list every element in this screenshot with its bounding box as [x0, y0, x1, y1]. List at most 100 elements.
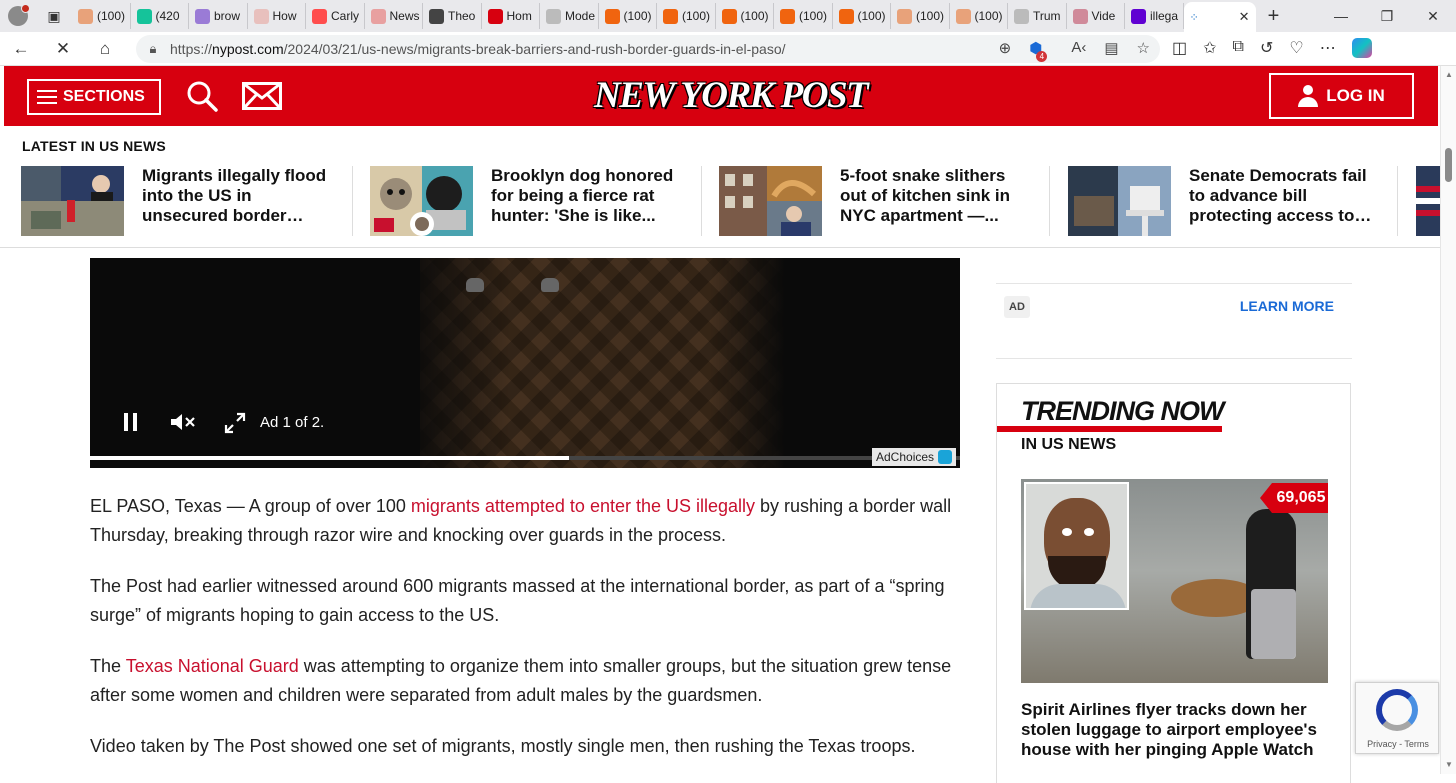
more-options-icon[interactable]: ⋯ [1320, 38, 1336, 58]
browser-tab[interactable]: Mode [540, 3, 599, 29]
browser-tab-label: (420 [155, 9, 180, 23]
latest-label: LATEST IN US NEWS [22, 138, 166, 154]
browser-tab-label: News [389, 9, 420, 23]
url-prefix: https:// [170, 41, 213, 57]
split-screen-icon[interactable]: ◫ [1172, 38, 1187, 58]
favorite-star-icon[interactable]: ☆ [1137, 39, 1150, 57]
substack-icon [78, 8, 93, 24]
sections-label: SECTIONS [63, 88, 145, 105]
trending-underline [997, 426, 1222, 432]
close-window-icon[interactable]: ✕ [1410, 8, 1456, 25]
history-icon[interactable]: ↺ [1260, 38, 1273, 58]
latest-item-1[interactable]: Migrants illegally flood into the US in … [21, 166, 332, 238]
arrow-left-icon: ← [12, 38, 30, 58]
article-link-migrants[interactable]: migrants attempted to enter the US illeg… [411, 496, 755, 516]
browser-tab-label: Theo [448, 9, 476, 23]
browser-tab-label: illega [1150, 9, 1179, 23]
trend-image-bag [1251, 589, 1296, 659]
latest-item-2[interactable]: Brooklyn dog honored for being a fierce … [370, 166, 681, 238]
video-frame-shoe [541, 278, 559, 292]
latest-headline-2[interactable]: Brooklyn dog honored for being a fierce … [491, 166, 681, 238]
substack-icon [897, 8, 912, 24]
latest-thumb-5[interactable] [1416, 166, 1440, 236]
browser-tab[interactable]: (100) [716, 3, 774, 29]
trending-headline[interactable]: Spirit Airlines flyer tracks down her st… [1021, 700, 1331, 760]
favorites-icon[interactable]: ✩ [1203, 38, 1216, 58]
video-shade [90, 258, 510, 468]
collections-icon[interactable]: ⧉ [1233, 38, 1244, 58]
video-player[interactable]: Ad 1 of 2. AdChoices [90, 258, 960, 468]
zoom-icon[interactable]: ⊕ [999, 39, 1012, 57]
browser-tab[interactable]: (100) [774, 3, 833, 29]
mute-icon[interactable] [170, 412, 196, 432]
browser-tab[interactable]: Vide [1067, 3, 1125, 29]
browser-tab-label: Carly [331, 9, 360, 23]
minimize-icon[interactable]: — [1318, 8, 1364, 25]
close-tab-icon[interactable]: ✕ [1239, 9, 1250, 25]
scroll-down-icon[interactable]: ▼ [1445, 760, 1453, 769]
browser-toolbar: ← ✕ ⌂ 🔒︎ https://nypost.com/2024/03/21/u… [0, 32, 1456, 66]
sections-button[interactable]: SECTIONS [27, 79, 161, 115]
browser-tab[interactable]: Theo [423, 3, 482, 29]
substack-icon [604, 8, 620, 24]
browser-tab[interactable]: illega [1125, 3, 1184, 29]
browser-tab[interactable]: (100) [891, 3, 950, 29]
recaptcha-badge[interactable]: Privacy - Terms [1355, 682, 1439, 754]
latest-headline-1[interactable]: Migrants illegally flood into the US in … [142, 166, 332, 238]
browser-tab[interactable]: (100) [599, 3, 657, 29]
browser-tab[interactable]: (420 [131, 3, 189, 29]
browser-tab-label: (100) [740, 9, 769, 23]
pause-icon[interactable] [122, 412, 140, 432]
latest-headline-4[interactable]: Senate Democrats fail to advance bill pr… [1189, 166, 1379, 238]
adchoices-button[interactable]: AdChoices [872, 448, 957, 466]
browser-tab[interactable]: Carly [306, 3, 365, 29]
browser-tab[interactable]: brow [189, 3, 248, 29]
latest-headline-3[interactable]: 5-foot snake slithers out of kitchen sin… [840, 166, 1030, 238]
performance-icon[interactable]: ♡ [1289, 38, 1303, 58]
browser-tab[interactable]: (100) [950, 3, 1008, 29]
copilot-icon[interactable] [1351, 38, 1372, 58]
learn-more-link[interactable]: LEARN MORE [1240, 298, 1334, 314]
login-button[interactable]: LOG IN [1269, 73, 1414, 119]
scroll-up-icon[interactable]: ▲ [1445, 70, 1453, 79]
browser-tab[interactable]: Hom [482, 3, 540, 29]
lock-icon[interactable]: 🔒︎ [136, 41, 170, 57]
scrollbar-thumb[interactable] [1445, 148, 1452, 182]
browser-tab[interactable]: Trum [1008, 3, 1067, 29]
article-link-texas-guard[interactable]: Texas National Guard [126, 656, 299, 676]
latest-item-3[interactable]: 5-foot snake slithers out of kitchen sin… [719, 166, 1030, 238]
tab-strip: (100) (420 brow How Carly News Theo Hom Mode (100… [72, 3, 1184, 29]
fullscreen-icon[interactable] [224, 412, 246, 434]
tab-active[interactable]: ⁘ ✕ [1183, 2, 1256, 32]
read-aloud-icon[interactable]: A‹ [1071, 39, 1086, 57]
browser-tab[interactable]: (100) [833, 3, 891, 29]
article-body: EL PASO, Texas — A group of over 100 mig… [90, 492, 960, 783]
site-logo[interactable]: NEW YORK POST [594, 74, 869, 118]
recaptcha-links[interactable]: Privacy - Terms [1356, 739, 1440, 749]
video-progress-bar[interactable] [90, 456, 960, 460]
page-scrollbar[interactable]: ▲ ▼ [1440, 66, 1456, 774]
browser-tab[interactable]: How [248, 3, 306, 29]
browser-tab[interactable]: (100) [657, 3, 716, 29]
yahoo-icon [195, 8, 210, 24]
stop-button[interactable]: ✕ [42, 39, 84, 59]
url-text[interactable]: https://nypost.com/2024/03/21/us-news/mi… [170, 41, 786, 57]
address-bar[interactable]: 🔒︎ https://nypost.com/2024/03/21/us-news… [136, 35, 1160, 63]
back-button[interactable]: ← [0, 39, 42, 59]
new-tab-button[interactable]: + [1256, 5, 1292, 28]
search-icon[interactable] [186, 80, 218, 112]
home-button[interactable]: ⌂ [84, 39, 126, 59]
immersive-reader-icon[interactable]: ▤ [1104, 39, 1118, 57]
article-text: The [90, 656, 126, 676]
restore-icon[interactable]: ❐ [1364, 8, 1410, 25]
latest-item-4[interactable]: Senate Democrats fail to advance bill pr… [1068, 166, 1379, 238]
browser-tab-label: Hom [506, 9, 532, 23]
profile-button[interactable] [0, 0, 36, 32]
extension-shield-icon[interactable]: ⬢4 [1029, 39, 1053, 62]
mail-icon[interactable] [242, 82, 282, 110]
trending-image[interactable]: 69,065 [1021, 479, 1328, 683]
article-paragraph-4: Video taken by The Post showed one set o… [90, 736, 916, 756]
workspaces-button[interactable]: ▣ [36, 0, 72, 32]
browser-tab[interactable]: (100) [72, 3, 131, 29]
browser-tab[interactable]: News [365, 3, 423, 29]
